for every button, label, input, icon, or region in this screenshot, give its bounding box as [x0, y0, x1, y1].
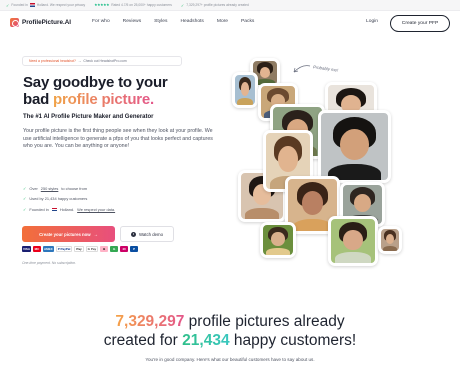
hero-title-highlight: profile picture.	[53, 91, 155, 108]
hero-title-line1: Say goodbye to your	[23, 74, 168, 91]
profile-photo	[250, 58, 280, 88]
bancontact-icon: B	[100, 246, 109, 252]
check-icon: ✓	[23, 206, 27, 212]
hero-title-line2: bad profile picture.	[23, 91, 253, 108]
profile-photo	[325, 82, 377, 130]
stats-line2-pre: created for	[103, 332, 183, 349]
topbar-rating-text: Rated 4.7/5 on 25,000+ happy customers	[111, 3, 172, 7]
nav-link-reviews[interactable]: Reviews	[123, 19, 141, 24]
create-pictures-label: Create your pictures now	[39, 231, 91, 237]
paypal-icon: P PayPal	[55, 246, 73, 252]
stats-headline: 7,329,297 profile pictures already creat…	[0, 312, 460, 350]
nav-link-styles[interactable]: Styles	[154, 19, 167, 24]
styles-link[interactable]: 250 styles	[41, 186, 59, 191]
create-pfp-button[interactable]: Create your PFP	[390, 15, 450, 32]
hero-title: Say goodbye to your bad profile picture.	[23, 74, 253, 108]
trustpilot-stars-icon: ★★★★★	[94, 3, 110, 7]
watch-demo-label: Watch demo	[139, 231, 163, 237]
stats-line1-text: profile pictures already	[184, 313, 345, 330]
feature-checklist: ✓ Over 250 styles to choose from ✓ Used …	[23, 183, 115, 215]
customers-count: 21,434	[182, 332, 230, 349]
curved-arrow-icon	[293, 65, 311, 73]
site-logo[interactable]: ProfilePicture.AI	[10, 18, 71, 27]
topbar-rating: ★★★★★ Rated 4.7/5 on 25,000+ happy custo…	[94, 3, 172, 7]
headshotpro-banner[interactable]: Need a professional headshot? → Check ou…	[22, 56, 182, 66]
hero-subtitle: The #1 AI Profile Picture Maker and Gene…	[23, 114, 154, 120]
login-link[interactable]: Login	[366, 19, 378, 24]
netherlands-flag-icon	[29, 3, 35, 7]
hero-title-pre: bad	[23, 91, 54, 108]
check-styles-post: to choose from	[61, 185, 88, 191]
profile-photo	[258, 83, 298, 121]
logo-text: ProfilePicture.AI	[22, 19, 71, 26]
watch-demo-button[interactable]: Watch demo	[120, 226, 174, 242]
topbar-country-text: Holland. We respect your privacy	[36, 3, 86, 7]
nav-link-headshots[interactable]: Headshots	[180, 19, 203, 24]
stats-line2-post: happy customers!	[229, 332, 357, 349]
profile-photo	[285, 176, 340, 234]
create-pictures-button[interactable]: Create your pictures now →	[22, 226, 115, 242]
check-founded-pre: Founded in	[29, 206, 49, 212]
check-icon: ✓	[6, 2, 10, 8]
netherlands-flag-icon	[51, 207, 57, 211]
check-customers-text: Used by 21,434 happy customers	[29, 196, 88, 202]
good-company-text: You're in good company. Here's what our …	[145, 357, 315, 362]
handwritten-note: Probably me!	[312, 64, 339, 73]
apple-pay-icon: Pay	[74, 246, 84, 252]
profile-photo	[270, 104, 325, 159]
profile-photo	[260, 222, 296, 258]
check-item-founded: ✓ Founded in Holland. We respect your da…	[23, 204, 115, 215]
check-item-styles: ✓ Over 250 styles to choose from	[23, 183, 115, 194]
amex-icon: AMEX	[43, 246, 54, 252]
profile-photo	[378, 226, 402, 254]
arrow-right-icon: →	[93, 231, 98, 237]
topbar-founded: ✓ Founded in Holland. We respect your pr…	[6, 3, 85, 8]
privacy-link[interactable]: We respect your data.	[77, 207, 115, 212]
top-info-bar: ✓ Founded in Holland. We respect your pr…	[0, 0, 460, 11]
mastercard-icon: MC	[33, 246, 42, 252]
check-founded-mid: Holland.	[59, 206, 75, 212]
check-styles-pre: Over	[29, 185, 38, 191]
arrow-right-icon: →	[77, 59, 82, 63]
profile-photo	[328, 216, 378, 266]
profile-photo	[238, 170, 286, 222]
stats-line1: 7,329,297 profile pictures already	[0, 312, 460, 331]
play-icon	[131, 231, 137, 237]
pictures-count: 7,329,297	[115, 313, 185, 330]
banner-text: Check out HeadshotPro.com	[83, 59, 127, 63]
ideal-icon: iD	[120, 246, 129, 252]
hero-paragraph: Your profile picture is the first thing …	[23, 128, 213, 150]
p24-icon: P	[130, 246, 139, 252]
profile-photo	[263, 130, 313, 192]
banner-highlight: Need a professional headshot?	[29, 59, 76, 63]
google-pay-icon: G Pay	[85, 246, 99, 252]
main-navigation: ProfilePicture.AI For who Reviews Styles…	[0, 12, 460, 34]
check-icon: ✓	[23, 185, 27, 191]
check-icon: ✓	[23, 196, 27, 202]
payment-methods: VISA MC AMEX P PayPal Pay G Pay B G iD P	[22, 246, 139, 252]
nav-link-for-who[interactable]: For who	[92, 19, 110, 24]
topbar-created-text: 7,329,297+ profile pictures already crea…	[186, 3, 249, 7]
stats-line2: created for 21,434 happy customers!	[0, 331, 460, 350]
nav-link-packs[interactable]: Packs	[241, 19, 254, 24]
visa-icon: VISA	[22, 246, 32, 252]
topbar-created: ✓ 7,329,297+ profile pictures already cr…	[181, 3, 249, 8]
payment-note: One-time payment. No subscription.	[22, 261, 77, 265]
profile-photo	[318, 110, 391, 183]
topbar-founded-text: Founded in	[11, 3, 28, 7]
logo-icon	[10, 18, 19, 27]
profile-photo	[340, 182, 385, 227]
giropay-icon: G	[110, 246, 119, 252]
check-item-customers: ✓ Used by 21,434 happy customers	[23, 194, 115, 205]
check-icon: ✓	[180, 2, 185, 8]
nav-link-more[interactable]: More	[217, 19, 228, 24]
nav-links: For who Reviews Styles Headshots More Pa…	[92, 19, 254, 24]
